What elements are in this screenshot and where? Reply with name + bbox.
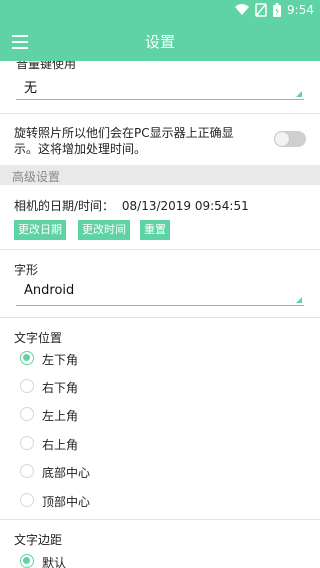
font-select[interactable]: Android (16, 279, 304, 306)
divider (0, 249, 320, 250)
divider (0, 113, 320, 114)
divider (0, 519, 320, 520)
font-label: 字形 (14, 263, 39, 277)
rotate-text-line1: 旋转照片所以他们会在PC显示器上正确显 (14, 126, 234, 140)
option-top-right[interactable]: 右上角 (42, 436, 78, 453)
option-top-left[interactable]: 左上角 (42, 407, 78, 424)
camera-datetime-value: 08/13/2019 09:54:51 (121, 199, 249, 213)
option-top-center[interactable]: 顶部中心 (42, 493, 90, 510)
wifi-icon (235, 4, 250, 16)
no-sim-icon (255, 3, 267, 17)
option-bottom-center[interactable]: 底部中心 (42, 464, 90, 481)
dropdown-arrow-icon (296, 91, 302, 97)
rotate-text-line2: 示。这将增加处理时间。 (14, 142, 147, 156)
status-time: 9:54 (287, 3, 314, 17)
reset-button[interactable]: 重置 (140, 220, 170, 240)
rotate-toggle[interactable] (274, 131, 306, 147)
camera-datetime-row: 相机的日期/时间： 08/13/2019 09:54:51 (14, 197, 249, 214)
radio-top-left[interactable] (20, 407, 34, 421)
change-time-button[interactable]: 更改时间 (78, 220, 130, 240)
app-bar: 设置 (0, 24, 320, 61)
option-margin-default[interactable]: 默认 (42, 554, 66, 568)
divider (0, 317, 320, 318)
radio-top-center[interactable] (20, 493, 34, 507)
option-bottom-right[interactable]: 右下角 (42, 379, 78, 396)
rotate-description: 旋转照片所以他们会在PC显示器上正确显 示。这将增加处理时间。 (14, 125, 234, 157)
toggle-knob (275, 132, 289, 146)
option-bottom-left[interactable]: 左下角 (42, 351, 78, 368)
radio-bottom-center[interactable] (20, 464, 34, 478)
radio-bottom-left[interactable] (20, 351, 34, 365)
font-value: Android (24, 283, 75, 298)
battery-icon (273, 3, 282, 17)
status-bar: 9:54 (0, 0, 320, 24)
radio-top-right[interactable] (20, 436, 34, 450)
volume-key-label: 音量键使用 (16, 61, 77, 71)
advanced-section-header: 高级设置 (0, 165, 320, 185)
settings-list[interactable]: 音量键使用 无 旋转照片所以他们会在PC显示器上正确显 示。这将增加处理时间。 … (0, 61, 320, 568)
radio-bottom-right[interactable] (20, 379, 34, 393)
advanced-header-label: 高级设置 (12, 170, 61, 184)
dropdown-arrow-icon (296, 297, 302, 303)
volume-key-select[interactable]: 无 (16, 73, 304, 100)
text-margin-label: 文字边距 (14, 533, 63, 547)
volume-key-value: 无 (24, 81, 38, 96)
page-title: 设置 (144, 33, 175, 51)
text-position-label: 文字位置 (14, 331, 63, 345)
change-date-button[interactable]: 更改日期 (14, 220, 66, 240)
radio-margin-default[interactable] (20, 554, 34, 568)
camera-datetime-label: 相机的日期/时间： (14, 199, 115, 213)
